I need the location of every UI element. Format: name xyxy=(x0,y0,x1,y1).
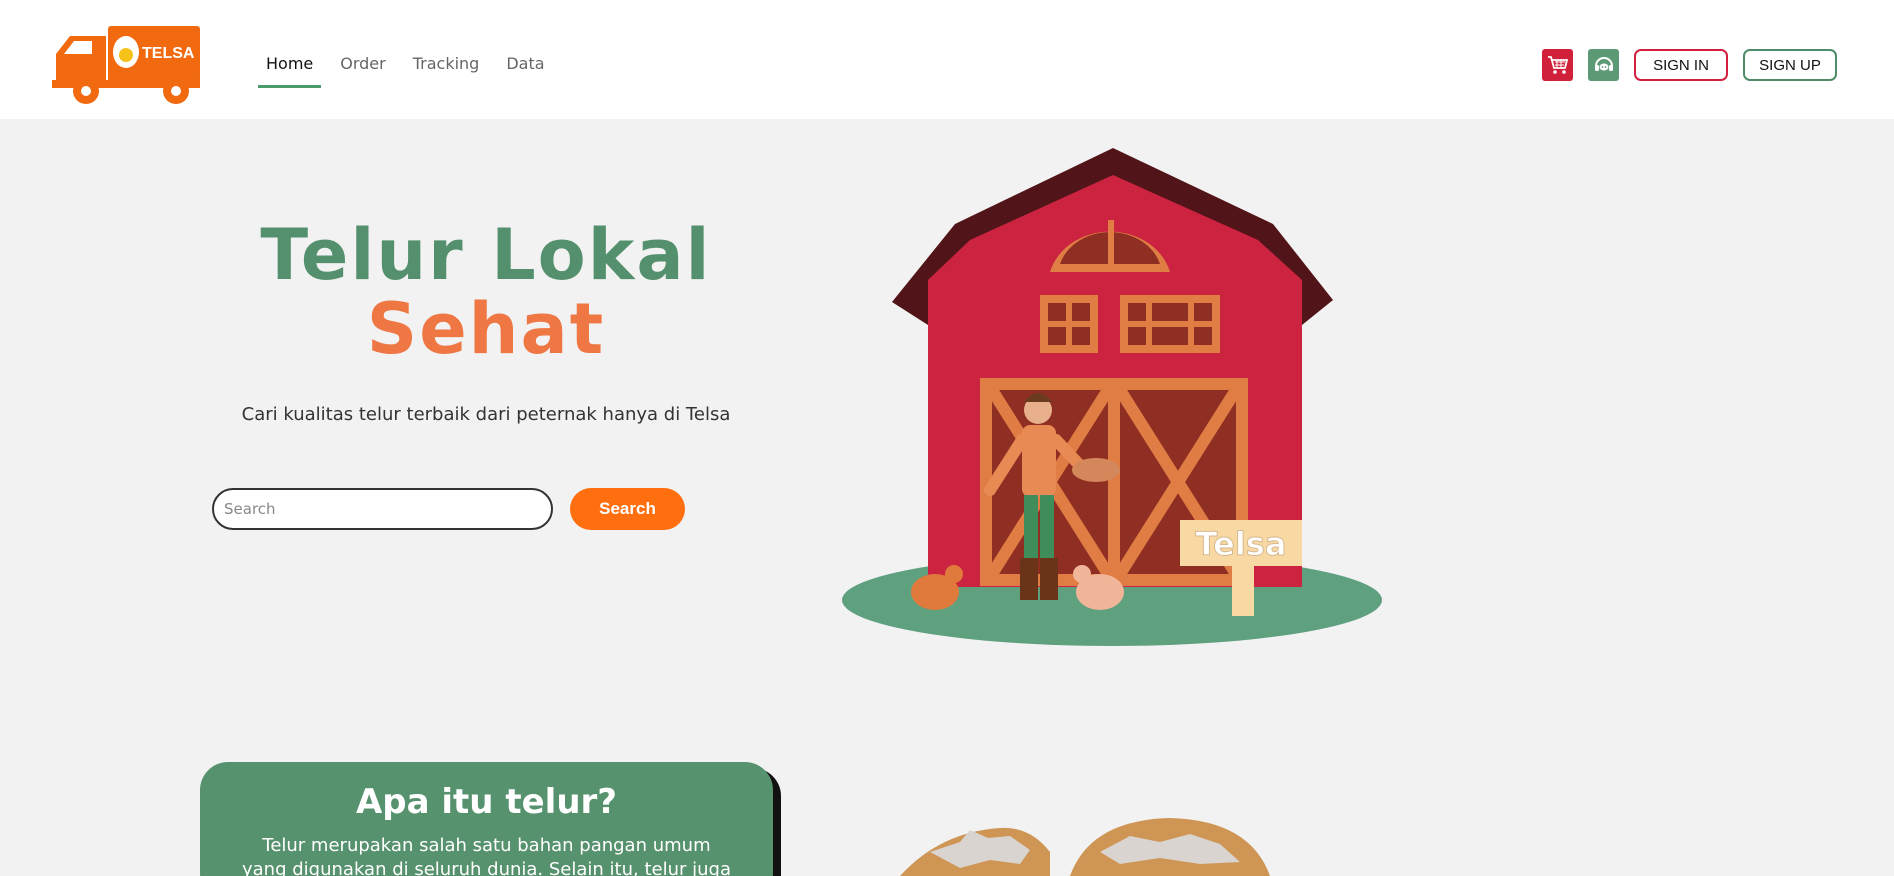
search-button[interactable]: Search xyxy=(570,488,685,530)
nav-item-tracking[interactable]: Tracking xyxy=(405,54,488,88)
top-navbar: TELSA Home Order Tracking Data SIGN IN S… xyxy=(0,0,1894,119)
sign-in-button[interactable]: SIGN IN xyxy=(1634,49,1728,81)
cart-icon xyxy=(1547,56,1568,74)
info-card: Apa itu telur? Telur merupakan salah sat… xyxy=(200,762,773,876)
info-title: Apa itu telur? xyxy=(355,782,618,822)
telsa-truck-logo[interactable]: TELSA xyxy=(52,24,202,106)
headset-icon xyxy=(1594,57,1613,71)
hero-title-line2: Sehat xyxy=(366,288,606,370)
sign-up-button[interactable]: SIGN UP xyxy=(1743,49,1837,81)
cracked-eggs-illustration xyxy=(900,818,1270,876)
main-nav: Home Order Tracking Data xyxy=(258,54,564,88)
info-text: Telur merupakan salah satu bahan pangan … xyxy=(242,835,731,876)
logo-text: TELSA xyxy=(142,45,195,62)
nav-item-data[interactable]: Data xyxy=(498,54,552,88)
barn-sign-text: Telsa xyxy=(1196,525,1287,563)
search-input[interactable] xyxy=(212,488,553,530)
support-button[interactable] xyxy=(1588,49,1619,81)
nav-item-home[interactable]: Home xyxy=(258,54,322,88)
hero-subtitle: Cari kualitas telur terbaik dari peterna… xyxy=(241,404,731,425)
hero-title-line1: Telur Lokal xyxy=(260,214,712,296)
nav-item-order[interactable]: Order xyxy=(332,54,393,88)
hero-title: Telur Lokal Sehat xyxy=(216,218,756,366)
barn-farmer-illustration: Telsa xyxy=(842,148,1382,646)
cart-button[interactable] xyxy=(1542,49,1573,81)
